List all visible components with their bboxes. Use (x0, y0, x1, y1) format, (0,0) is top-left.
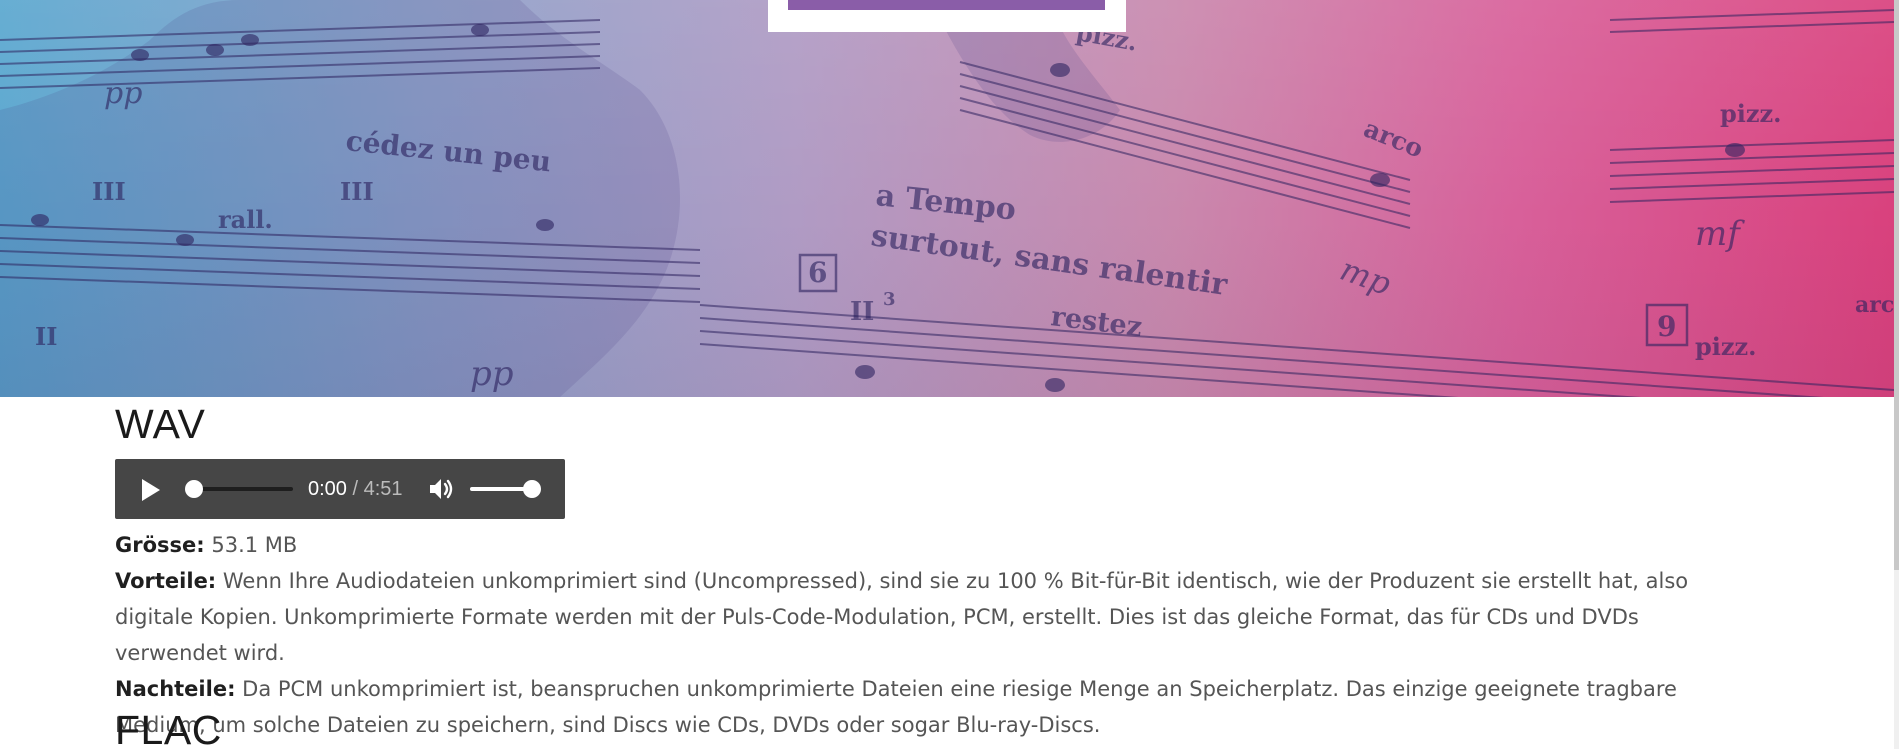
volume-icon[interactable] (428, 476, 454, 502)
score-text-arco: arco (1360, 114, 1428, 164)
cons-text: Da PCM unkomprimiert ist, beanspruchen u… (115, 677, 1677, 737)
seek-bar[interactable] (193, 487, 293, 491)
page-scrollbar-track[interactable] (1894, 0, 1899, 749)
score-text-restez: restez (1049, 301, 1144, 343)
page-scrollbar-thumb[interactable] (1894, 0, 1899, 570)
pros-text: Wenn Ihre Audiodateien unkomprimiert sin… (115, 569, 1689, 665)
score-text-mp: mp (1335, 250, 1396, 303)
duration: 4:51 (363, 478, 403, 500)
score-text-surtout: surtout, sans ralentir (869, 218, 1231, 303)
flac-section-title: FLAC (115, 707, 222, 753)
volume-slider-track[interactable] (470, 487, 530, 491)
cons-paragraph: Nachteile: Da PCM unkomprimiert ist, bea… (115, 671, 1755, 743)
score-text-roman-iii-1: III (92, 177, 126, 206)
wav-description: Grösse: 53.1 MB Vorteile: Wenn Ihre Audi… (115, 527, 1755, 743)
play-icon[interactable] (142, 479, 160, 501)
score-text-pp-2: pp (470, 354, 514, 394)
score-text-rall: rall. (218, 205, 273, 234)
time-separator: / (346, 478, 364, 500)
top-nav-tab-accent (788, 0, 1105, 10)
pros-paragraph: Vorteile: Wenn Ihre Audiodateien unkompr… (115, 563, 1755, 671)
score-text-pizz-2: pizz. (1720, 99, 1782, 128)
size-value: 53.1 MB (204, 533, 298, 557)
hero-banner: cédez un peu rall. a Tempo surtout, sans… (0, 0, 1894, 397)
score-text-roman-iii-2: III (340, 177, 374, 206)
size-label: Grösse: (115, 533, 205, 557)
score-text-roman-ii3: II (850, 297, 874, 327)
current-time: 0:00 (308, 478, 347, 500)
pros-label: Vorteile: (115, 569, 217, 593)
wav-section-title: WAV (115, 401, 206, 447)
sheet-music-image: cédez un peu rall. a Tempo surtout, sans… (0, 0, 1894, 397)
score-text-a-tempo: a Tempo (874, 178, 1017, 228)
score-text-roman-ii: II (35, 322, 57, 351)
volume-slider-handle[interactable] (523, 480, 541, 498)
score-text-arc: arc (1855, 292, 1894, 318)
score-text-sup-3: 3 (883, 289, 896, 310)
seek-handle[interactable] (185, 480, 203, 498)
score-text-box-9: 9 (1657, 310, 1676, 343)
audio-player-wav[interactable]: 0:00 / 4:51 (115, 459, 565, 519)
time-display: 0:00 / 4:51 (308, 478, 403, 501)
score-text-pp-1: pp (104, 76, 142, 111)
score-text-box-6: 6 (808, 256, 827, 289)
cons-label: Nachteile: (115, 677, 236, 701)
score-text-mf: mf (1695, 214, 1745, 254)
size-line: Grösse: 53.1 MB (115, 527, 1755, 563)
score-text-pizz-3: pizz. (1695, 332, 1757, 361)
